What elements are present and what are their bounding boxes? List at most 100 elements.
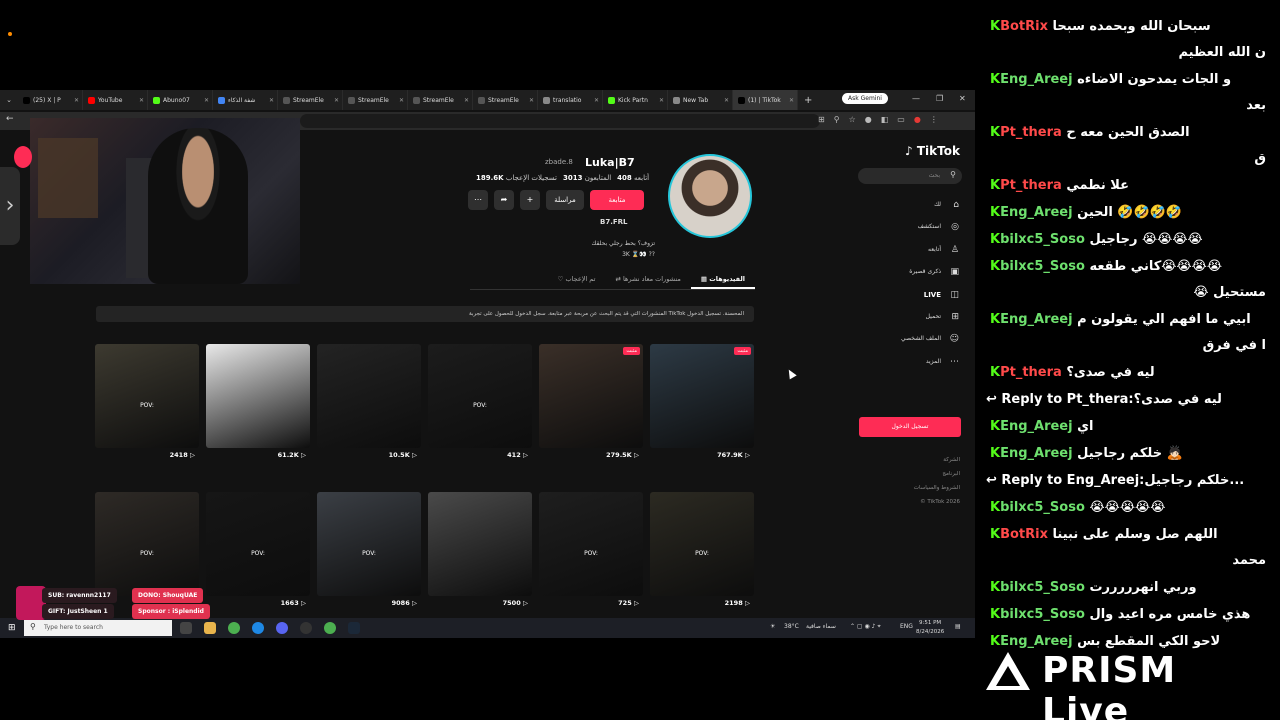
chat-username[interactable]: bilxc5_Soso xyxy=(1000,259,1085,274)
tab-close-icon[interactable]: ✕ xyxy=(724,97,729,104)
login-button[interactable]: تسجيل الدخول xyxy=(859,417,961,437)
chat-username[interactable]: Eng_Areej xyxy=(1000,312,1073,327)
sidebar-icon[interactable]: ▭ xyxy=(897,115,905,124)
tray-icons[interactable]: ⌃ ▢ ◉ ♪ ⌖ xyxy=(850,623,881,631)
browser-tab[interactable]: translatio ✕ xyxy=(538,90,603,110)
edge-icon[interactable] xyxy=(252,622,264,634)
chat-username[interactable]: Eng_Areej xyxy=(1000,634,1073,649)
menu-icon[interactable]: ⋮ xyxy=(930,115,938,124)
footer-terms[interactable]: الشروط والسياسات xyxy=(870,485,960,491)
tab-close-icon[interactable]: ✕ xyxy=(594,97,599,104)
tab-close-icon[interactable]: ✕ xyxy=(334,97,339,104)
back-icon[interactable]: ← xyxy=(6,114,14,124)
sidebar-item-more[interactable]: المزيد ⋯ xyxy=(860,351,965,373)
chat-username[interactable]: bilxc5_Soso xyxy=(1000,580,1085,595)
clock[interactable]: 9:51 PM 8/24/2026 xyxy=(916,619,944,637)
notification-icon[interactable]: ▤ xyxy=(955,623,961,630)
profile-avatar[interactable] xyxy=(668,154,752,238)
tab-close-icon[interactable]: ✕ xyxy=(139,97,144,104)
chat-username[interactable]: Pt_thera xyxy=(1000,365,1062,380)
video-thumbnail[interactable]: POV: 1663 ▷ xyxy=(206,492,310,612)
browser-tab[interactable]: Abuno07 ✕ xyxy=(148,90,213,110)
search-icon[interactable]: ⚲ xyxy=(834,115,840,124)
sidebar-item-compass[interactable]: استكشف ◎ xyxy=(860,216,965,238)
chrome-2-icon[interactable] xyxy=(324,622,336,634)
browser-tab[interactable]: StreamEle ✕ xyxy=(408,90,473,110)
chat-username[interactable]: Pt_thera xyxy=(1000,125,1062,140)
chat-username[interactable]: Eng_Areej xyxy=(1000,446,1073,461)
video-thumbnail[interactable]: 10.5K ▷ xyxy=(317,344,421,464)
video-thumbnail[interactable]: POV: 2418 ▷ xyxy=(95,344,199,464)
task-view-icon[interactable] xyxy=(180,622,192,634)
url-field[interactable] xyxy=(300,114,820,128)
translate-icon[interactable]: ⊞ xyxy=(818,115,825,124)
tab-close-icon[interactable]: ✕ xyxy=(204,97,209,104)
browser-tab[interactable]: (25) X | P ✕ xyxy=(18,90,83,110)
chat-username[interactable]: Pt_thera xyxy=(1000,178,1062,193)
browser-tab[interactable]: StreamEle ✕ xyxy=(473,90,538,110)
close-icon[interactable]: ✕ xyxy=(959,94,966,103)
sidebar-item-live[interactable]: LIVE ◫ xyxy=(860,284,965,306)
star-icon[interactable]: ☆ xyxy=(849,115,856,124)
chat-username[interactable]: bilxc5_Soso xyxy=(1000,500,1085,515)
chat-username[interactable]: Eng_Areej xyxy=(1000,205,1073,220)
weather-text[interactable]: سماء صافية xyxy=(806,623,836,630)
browser-tab[interactable]: شفة الذكاء ✕ xyxy=(213,90,278,110)
login-notice[interactable]: المنشورات التي قد يتم البحث عن مربحة عبر… xyxy=(96,306,754,322)
tab-reposts[interactable]: ⇄ منشورات معاد نشرها xyxy=(605,270,690,289)
profile-icon[interactable]: ● xyxy=(914,115,921,124)
footer-company[interactable]: الشركة xyxy=(870,457,960,463)
ask-gemini-button[interactable]: Ask Gemini xyxy=(842,93,888,104)
sidebar-item-profile[interactable]: الملف الشخصي ☺ xyxy=(860,328,965,350)
tab-videos[interactable]: ▦ الفيديوهات xyxy=(690,270,755,289)
browser-tab[interactable]: YouTube ✕ xyxy=(83,90,148,110)
weather-icon[interactable]: ☀ xyxy=(770,623,775,630)
browser-tab[interactable]: StreamEle ✕ xyxy=(343,90,408,110)
sidebar-item-upload[interactable]: تحميل ⊞ xyxy=(860,306,965,328)
minimize-icon[interactable]: — xyxy=(912,94,920,103)
add-friend-button[interactable]: + xyxy=(520,190,540,210)
tab-close-icon[interactable]: ✕ xyxy=(399,97,404,104)
steam-icon[interactable] xyxy=(348,622,360,634)
follow-button[interactable]: متابعة xyxy=(590,190,644,210)
sidebar-item-user-follow[interactable]: أتابعه ♙ xyxy=(860,239,965,261)
language-indicator[interactable]: ENG xyxy=(900,623,913,630)
chat-username[interactable]: bilxc5_Soso xyxy=(1000,607,1085,622)
tiktok-logo[interactable]: ♪ TikTok xyxy=(905,144,960,158)
video-thumbnail[interactable]: POV: 2198 ▷ xyxy=(650,492,754,612)
sidebar-item-video[interactable]: ذكرى قصيرة ▣ xyxy=(860,261,965,283)
video-thumbnail[interactable]: مثبت 767.9K ▷ xyxy=(650,344,754,464)
followers-stat[interactable]: 3013 المتابعون xyxy=(563,174,611,182)
browser-tab[interactable]: StreamEle ✕ xyxy=(278,90,343,110)
browser-tab[interactable]: (1) | TikTok ✕ xyxy=(733,90,798,110)
tab-close-icon[interactable]: ✕ xyxy=(74,97,79,104)
video-thumbnail[interactable]: POV: 9086 ▷ xyxy=(317,492,421,612)
search-input[interactable]: بحث ⚲ xyxy=(858,168,962,184)
tab-liked[interactable]: ♡ تم الإعجاب xyxy=(548,270,606,289)
more-options-button[interactable]: ⋯ xyxy=(468,190,488,210)
tab-close-icon[interactable]: ✕ xyxy=(529,97,534,104)
weather-temp[interactable]: 38°C xyxy=(784,623,799,630)
sidebar-item-home[interactable]: لك ⌂ xyxy=(860,194,965,216)
following-stat[interactable]: 408 أتابعه xyxy=(617,174,649,182)
maximize-icon[interactable]: ❐ xyxy=(936,94,943,103)
video-thumbnail[interactable]: 61.2K ▷ xyxy=(206,344,310,464)
video-thumbnail[interactable]: 7500 ▷ xyxy=(428,492,532,612)
chat-username[interactable]: BotRix xyxy=(1000,19,1048,34)
chat-username[interactable]: bilxc5_Soso xyxy=(1000,232,1085,247)
message-button[interactable]: مراسلة xyxy=(546,190,584,210)
chat-username[interactable]: Eng_Areej xyxy=(1000,419,1073,434)
chrome-icon[interactable] xyxy=(228,622,240,634)
new-tab-button[interactable]: + xyxy=(804,95,812,106)
discord-icon[interactable] xyxy=(276,622,288,634)
taskbar-search-input[interactable]: ⚲ Type here to search xyxy=(24,620,172,636)
footer-program[interactable]: البرنامج xyxy=(870,471,960,477)
video-thumbnail[interactable]: مثبت 279.5K ▷ xyxy=(539,344,643,464)
chat-username[interactable]: Eng_Areej xyxy=(1000,72,1073,87)
chat-username[interactable]: BotRix xyxy=(1000,527,1048,542)
file-explorer-icon[interactable] xyxy=(204,622,216,634)
tab-close-icon[interactable]: ✕ xyxy=(464,97,469,104)
side-panel-handle[interactable]: › xyxy=(0,167,20,245)
tab-search-icon[interactable]: ⌄ xyxy=(0,96,18,104)
browser-tab[interactable]: New Tab ✕ xyxy=(668,90,733,110)
